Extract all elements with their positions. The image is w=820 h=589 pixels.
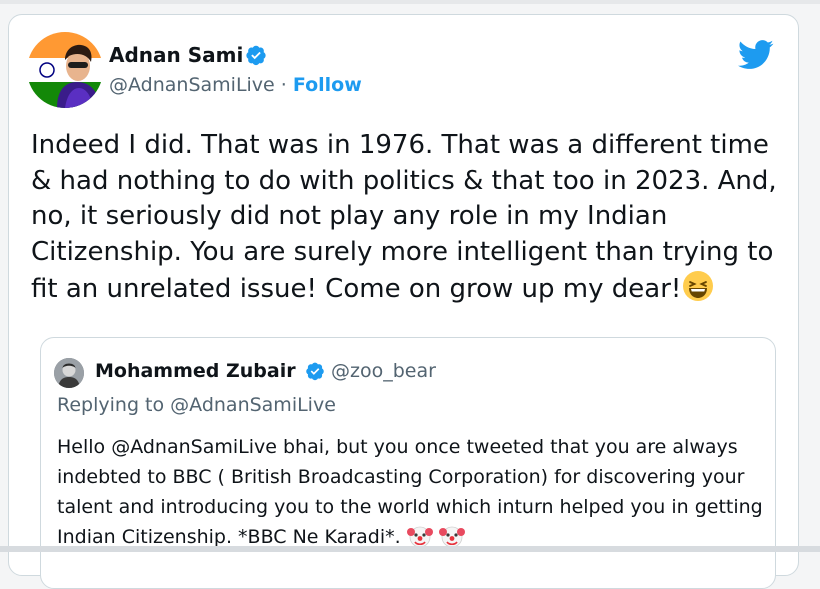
tweet-text: Indeed I did. That was in 1976. That was…: [31, 128, 791, 308]
verified-badge-icon: [246, 45, 266, 66]
author-handle-row: @AdnanSamiLive · Follow: [109, 74, 362, 96]
embedded-tweet-card[interactable]: Adnan Sami @AdnanSamiLive · Follow Indee…: [8, 14, 799, 589]
quoted-author-avatar[interactable]: [54, 358, 84, 388]
quoted-tweet-text: Hello @AdnanSamiLive bhai, but you once …: [57, 432, 769, 552]
grinning-squinting-face-emoji: [683, 271, 714, 301]
author-handle[interactable]: @AdnanSamiLive: [109, 74, 275, 96]
quoted-author-handle[interactable]: @zoo_bear: [331, 360, 436, 382]
verified-badge-icon: [306, 362, 324, 381]
tweet-body: Indeed I did. That was in 1976. That was…: [31, 130, 777, 304]
author-avatar[interactable]: [27, 32, 103, 108]
follow-link[interactable]: Follow: [293, 74, 362, 96]
quoted-author-name[interactable]: Mohammed Zubair: [95, 360, 296, 382]
page-top-strip: [0, 0, 820, 4]
handle-separator: ·: [274, 74, 293, 96]
twitter-bird-icon[interactable]: [738, 40, 774, 70]
page-bottom-strip: [0, 546, 820, 552]
author-name[interactable]: Adnan Sami: [109, 43, 243, 67]
replying-to-text: Replying to @AdnanSamiLive: [57, 394, 336, 416]
